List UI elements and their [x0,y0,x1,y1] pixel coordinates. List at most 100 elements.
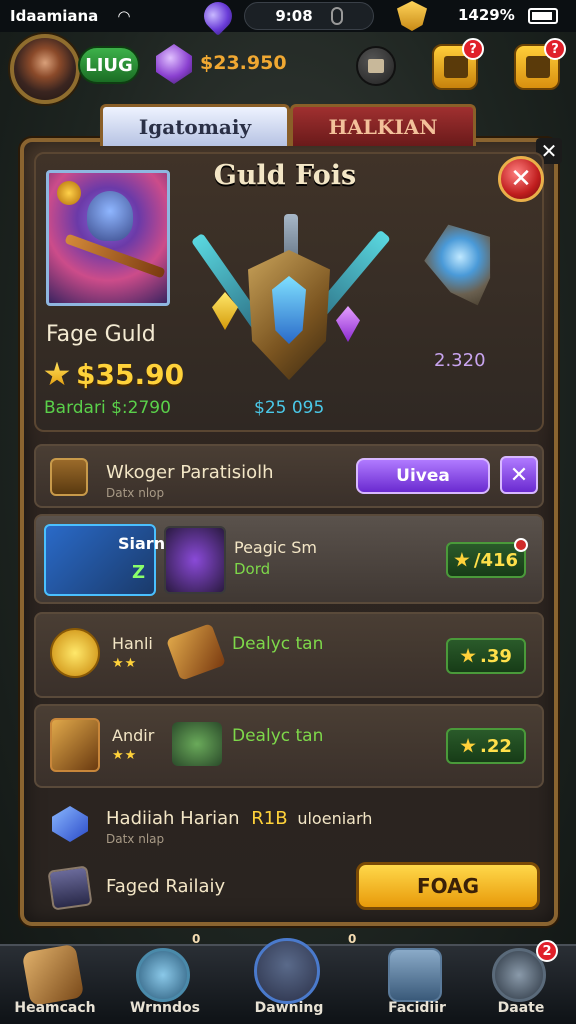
price-tag[interactable]: .22 [446,728,526,764]
sapphire-icon [52,806,88,842]
dismiss-button[interactable]: ✕ [500,456,538,494]
player-avatar[interactable] [10,34,80,104]
rating-stars: ★★ [112,656,138,671]
rating-stars: ★★ [112,748,138,763]
shield-status-icon [397,1,427,31]
row-title: Wkoger Paratisiolh [106,462,274,483]
gem-currency-icon [156,44,192,84]
star-icon [44,361,70,386]
envelope-icon [368,59,384,73]
row-title: Hanli [112,634,153,653]
item-stat: Z [132,562,146,583]
row-subtitle: Dord [234,560,271,578]
panel-title: Guld Fois [213,160,357,191]
hero-price: $35.90 [76,358,185,391]
shop-button[interactable]: ? [432,38,484,90]
nav-label: Heamcach [14,1000,96,1016]
cube-icon [47,865,93,911]
gem-icon [198,0,238,36]
potion-icon [164,526,226,594]
scroll-icon [444,56,468,78]
star-icon [460,738,476,753]
list-item: Hanli ★★ Dealyc tan .39 [34,612,544,698]
price-value: .22 [480,735,512,757]
map-scroll-icon [21,943,85,1007]
nav-badge: 0 [348,932,357,946]
currency-amount: $23.950 [200,52,287,74]
amulet-value: 2.320 [434,350,486,371]
nav-item-daate[interactable]: 2 Daate [466,940,576,1024]
armor-icon [50,718,100,772]
rank-icon [57,181,81,205]
shield-value: $25 095 [254,398,325,418]
row-subtitle: Dealyc tan [232,634,324,654]
tab-halkian[interactable]: HALKIAN [290,104,476,146]
magnifier-icon [136,948,190,1002]
row-title: Faged Railaiy [106,876,226,897]
row-title-text: Hadiiah Harian [106,808,240,829]
settings-button[interactable]: ? [514,38,566,90]
robot-icon [388,948,442,1002]
hero-portrait[interactable] [46,170,170,306]
uivea-button[interactable]: Uivea [356,458,490,494]
row-subtitle: Datx nlap [106,832,165,846]
nav-label: Dawning [254,1000,324,1016]
chest-icon [50,458,88,496]
row-extra: uloeniarh [297,809,373,828]
nav-item-wrnndos[interactable]: 0 Wrnndos [110,932,220,1024]
tab-igatomaiy[interactable]: Igatomaiy [100,104,290,146]
row-subtitle: Datx nlop [106,486,165,500]
battery-icon [528,8,558,24]
clock-time: 9:08 [275,7,313,25]
nav-label: Daate [497,1000,545,1016]
close-button[interactable]: ✕ [498,156,544,202]
row-title: Peagic Sm [234,538,317,557]
creature-card[interactable]: Siarn Z [44,524,165,596]
price-tag[interactable]: .39 [446,638,526,674]
price-value: /416 [473,549,519,571]
bag-icon [172,722,222,766]
wifi-icon: ◠ [118,7,130,25]
helmet-icon [87,191,133,241]
carrier-label: Idaamiana [10,7,99,25]
time-pill: 9:08 [244,2,374,30]
notification-badge: ? [544,38,566,60]
foag-button[interactable]: FOAG [356,862,540,910]
crystal-core-icon [272,276,306,344]
status-bar: Idaamiana ◠ 9:08 1429% [0,0,576,36]
notification-badge: 2 [536,940,558,962]
tab-bar: Igatomaiy HALKIAN [86,104,492,146]
nav-item-heamcach[interactable]: Heamcach [0,943,110,1024]
record-icon [330,7,343,25]
hero-price-row: $35.90 [44,358,184,391]
coin-icon [50,628,100,678]
nav-item-facidiir[interactable]: 0 Facidiir [348,932,472,1024]
list-item: Hadiiah Harian R1B uloeniarh Datx nlap [34,796,544,852]
gear-icon [526,56,550,78]
nav-label: Wrnndos [129,1000,200,1016]
row-highlight: R1B [251,808,288,829]
hero-name: Fage Guld [46,322,156,347]
star-icon [454,552,470,567]
battery-percent: 1429% [458,6,515,24]
row-title: Hadiiah Harian R1B uloeniarh [106,808,372,829]
inbox-button[interactable] [356,46,396,86]
star-icon [460,648,476,663]
nav-item-dawning[interactable]: Dawning [234,938,344,1024]
notification-badge: ? [462,38,484,60]
item-name: Siarn [118,534,166,553]
row-title: Andir [112,726,155,745]
bottom-nav: Heamcach 0 Wrnndos Dawning 0 Facidiir 2 … [0,932,576,1024]
axe-icon [165,623,227,681]
top-bar: LIUG $23.950 ? ? [0,32,576,104]
player-level: LIUG [78,46,140,84]
list-item: Siarn Z Peagic Sm Dord /416 [34,514,544,604]
notification-dot [514,538,528,552]
list-item: Andir ★★ Dealyc tan .22 [34,704,544,788]
crystal-icon [254,938,320,1004]
hero-sub-label: Bardari $:2790 [44,398,171,418]
price-value: .39 [480,645,512,667]
nav-badge: 0 [192,932,201,946]
row-subtitle: Dealyc tan [232,726,324,746]
nav-label: Facidiir [388,1000,446,1016]
